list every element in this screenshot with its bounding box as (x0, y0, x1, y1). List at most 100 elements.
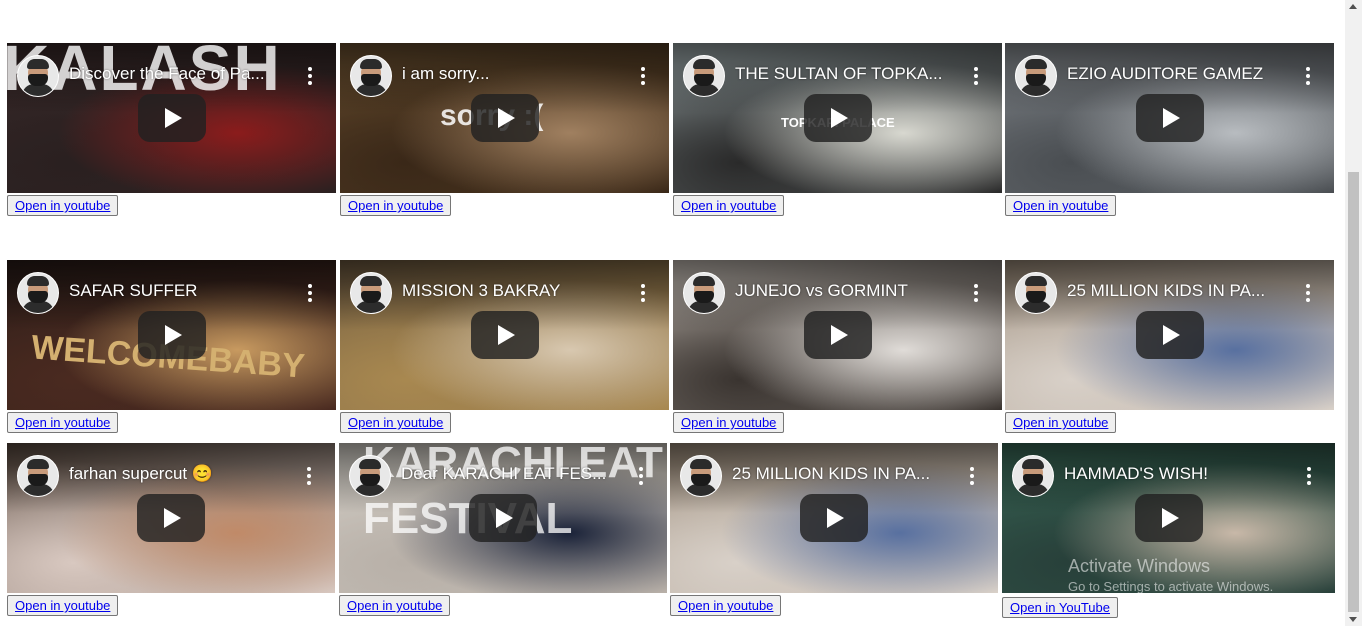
play-icon (164, 325, 182, 345)
more-options-icon[interactable] (639, 467, 643, 485)
channel-avatar[interactable] (17, 55, 59, 97)
video-title[interactable]: 25 MILLION KIDS IN PA... (732, 464, 950, 484)
video-card: KALASH Discover the Face of Pa... Open i… (7, 43, 336, 219)
play-button[interactable] (470, 311, 539, 359)
play-button[interactable] (137, 311, 206, 359)
channel-avatar[interactable] (1015, 55, 1057, 97)
video-title[interactable]: THE SULTAN OF TOPKA... (735, 64, 954, 84)
video-thumbnail[interactable]: HAMMAD'S WISH! (1002, 443, 1335, 593)
play-icon (827, 508, 844, 528)
play-button[interactable] (803, 94, 872, 142)
video-title[interactable]: HAMMAD'S WISH! (1064, 464, 1287, 484)
video-card: WELCOMEBABY SAFAR SUFFER Open in youtube (7, 260, 336, 436)
play-button[interactable] (800, 494, 868, 542)
more-options-icon[interactable] (308, 284, 312, 302)
video-thumbnail[interactable]: KALASH Discover the Face of Pa... (7, 43, 336, 193)
more-options-icon[interactable] (308, 67, 312, 85)
video-title[interactable]: i am sorry... (402, 64, 621, 84)
video-title[interactable]: farhan supercut 😊 (69, 464, 287, 484)
video-title[interactable]: Dear KARACHI EAT FES... (401, 464, 619, 484)
video-thumbnail[interactable]: MISSION 3 BAKRAY (340, 260, 669, 410)
video-title[interactable]: SAFAR SUFFER (69, 281, 288, 301)
play-icon (164, 108, 182, 128)
video-thumbnail[interactable]: 25 MILLION KIDS IN PA... (1005, 260, 1334, 410)
channel-avatar[interactable] (17, 272, 59, 314)
video-thumbnail[interactable]: JUNEJO vs GORMINT (673, 260, 1002, 410)
open-in-youtube-button[interactable]: Open in youtube (1005, 412, 1117, 433)
video-card: KARACHI EAT FESTIVAL Dear KARACHI EAT FE… (339, 443, 667, 619)
play-icon (1161, 508, 1179, 528)
vertical-scrollbar[interactable] (1345, 0, 1362, 626)
play-button[interactable] (1134, 494, 1203, 542)
more-options-icon[interactable] (970, 467, 974, 485)
more-options-icon[interactable] (974, 284, 978, 302)
video-card: JUNEJO vs GORMINT Open in youtube (673, 260, 1002, 436)
video-card: 25 MILLION KIDS IN PA... Open in youtube (670, 443, 998, 619)
more-options-icon[interactable] (1306, 284, 1310, 302)
open-in-youtube-button[interactable]: Open in youtube (340, 195, 452, 216)
open-in-youtube-button[interactable]: Open in youtube (7, 412, 119, 433)
open-in-youtube-button[interactable]: Open in YouTube (1002, 597, 1118, 618)
more-options-icon[interactable] (974, 67, 978, 85)
play-icon (1162, 325, 1180, 345)
video-title[interactable]: EZIO AUDITORE GAMEZ (1067, 64, 1286, 84)
play-button[interactable] (137, 94, 206, 142)
channel-avatar[interactable] (17, 455, 59, 497)
video-thumbnail[interactable]: KARACHI EAT FESTIVAL Dear KARACHI EAT FE… (339, 443, 667, 593)
play-icon (497, 108, 515, 128)
scroll-up-arrow-icon[interactable] (1349, 4, 1357, 9)
video-thumbnail[interactable]: TOPKAPI PALACE THE SULTAN OF TOPKA... (673, 43, 1002, 193)
open-in-youtube-button[interactable]: Open in youtube (7, 195, 119, 216)
video-card: HAMMAD'S WISH! Open in YouTube (1002, 443, 1335, 621)
open-in-youtube-button[interactable]: Open in youtube (339, 595, 451, 616)
video-card: MISSION 3 BAKRAY Open in youtube (340, 260, 669, 436)
video-card: farhan supercut 😊 Open in youtube (7, 443, 335, 619)
video-title[interactable]: 25 MILLION KIDS IN PA... (1067, 281, 1286, 301)
more-options-icon[interactable] (641, 284, 645, 302)
open-in-youtube-button[interactable]: Open in youtube (7, 595, 119, 616)
play-button[interactable] (803, 311, 872, 359)
play-button[interactable] (470, 94, 539, 142)
play-icon (830, 108, 848, 128)
play-icon (164, 508, 181, 528)
open-in-youtube-button[interactable]: Open in youtube (340, 412, 452, 433)
play-icon (1162, 108, 1180, 128)
video-card: sorry :( i am sorry... Open in youtube (340, 43, 669, 219)
play-icon (830, 325, 848, 345)
channel-avatar[interactable] (680, 455, 722, 497)
open-in-youtube-button[interactable]: Open in youtube (673, 195, 785, 216)
scroll-down-arrow-icon[interactable] (1349, 617, 1357, 622)
channel-avatar[interactable] (683, 272, 725, 314)
video-title[interactable]: JUNEJO vs GORMINT (735, 281, 954, 301)
video-card: 25 MILLION KIDS IN PA... Open in youtube (1005, 260, 1334, 436)
more-options-icon[interactable] (1307, 467, 1311, 485)
channel-avatar[interactable] (1012, 455, 1054, 497)
channel-avatar[interactable] (1015, 272, 1057, 314)
more-options-icon[interactable] (641, 67, 645, 85)
video-thumbnail[interactable]: 25 MILLION KIDS IN PA... (670, 443, 998, 593)
open-in-youtube-button[interactable]: Open in youtube (673, 412, 785, 433)
channel-avatar[interactable] (349, 455, 391, 497)
play-button[interactable] (469, 494, 537, 542)
video-thumbnail[interactable]: EZIO AUDITORE GAMEZ (1005, 43, 1334, 193)
video-thumbnail[interactable]: sorry :( i am sorry... (340, 43, 669, 193)
channel-avatar[interactable] (350, 55, 392, 97)
scrollbar-thumb[interactable] (1348, 172, 1359, 612)
channel-avatar[interactable] (350, 272, 392, 314)
video-title[interactable]: Discover the Face of Pa... (69, 64, 288, 84)
more-options-icon[interactable] (307, 467, 311, 485)
video-thumbnail[interactable]: farhan supercut 😊 (7, 443, 335, 593)
play-button[interactable] (137, 494, 205, 542)
video-title[interactable]: MISSION 3 BAKRAY (402, 281, 621, 301)
channel-avatar[interactable] (683, 55, 725, 97)
play-button[interactable] (1135, 94, 1204, 142)
play-icon (496, 508, 513, 528)
video-card: EZIO AUDITORE GAMEZ Open in youtube (1005, 43, 1334, 219)
open-in-youtube-button[interactable]: Open in youtube (670, 595, 782, 616)
open-in-youtube-button[interactable]: Open in youtube (1005, 195, 1117, 216)
video-thumbnail[interactable]: WELCOMEBABY SAFAR SUFFER (7, 260, 336, 410)
more-options-icon[interactable] (1306, 67, 1310, 85)
play-icon (497, 325, 515, 345)
play-button[interactable] (1135, 311, 1204, 359)
video-card: TOPKAPI PALACE THE SULTAN OF TOPKA... Op… (673, 43, 1002, 219)
